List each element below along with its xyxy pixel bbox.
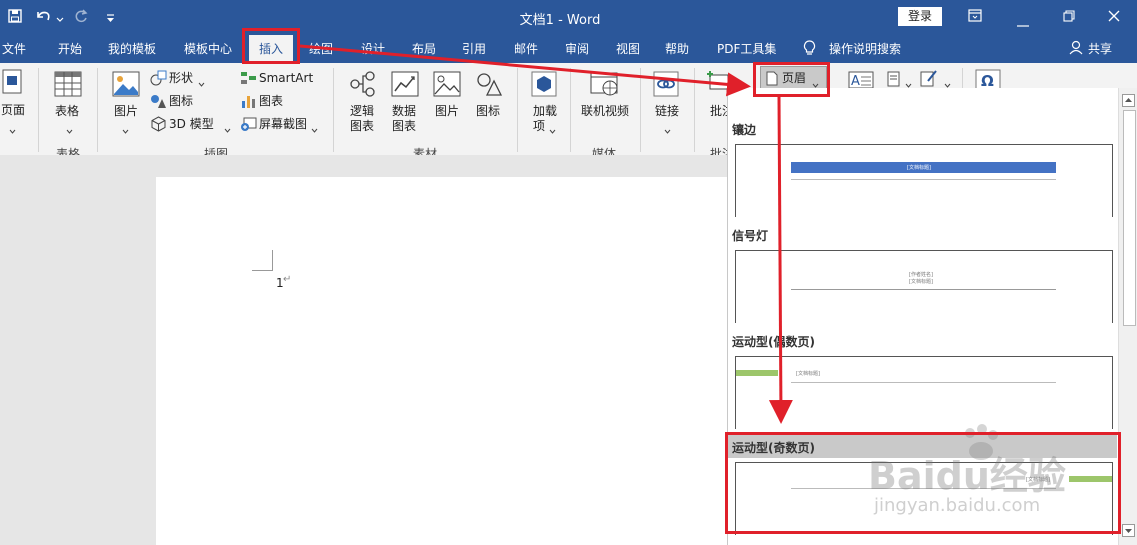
annotation-arrows: [299, 44, 793, 424]
